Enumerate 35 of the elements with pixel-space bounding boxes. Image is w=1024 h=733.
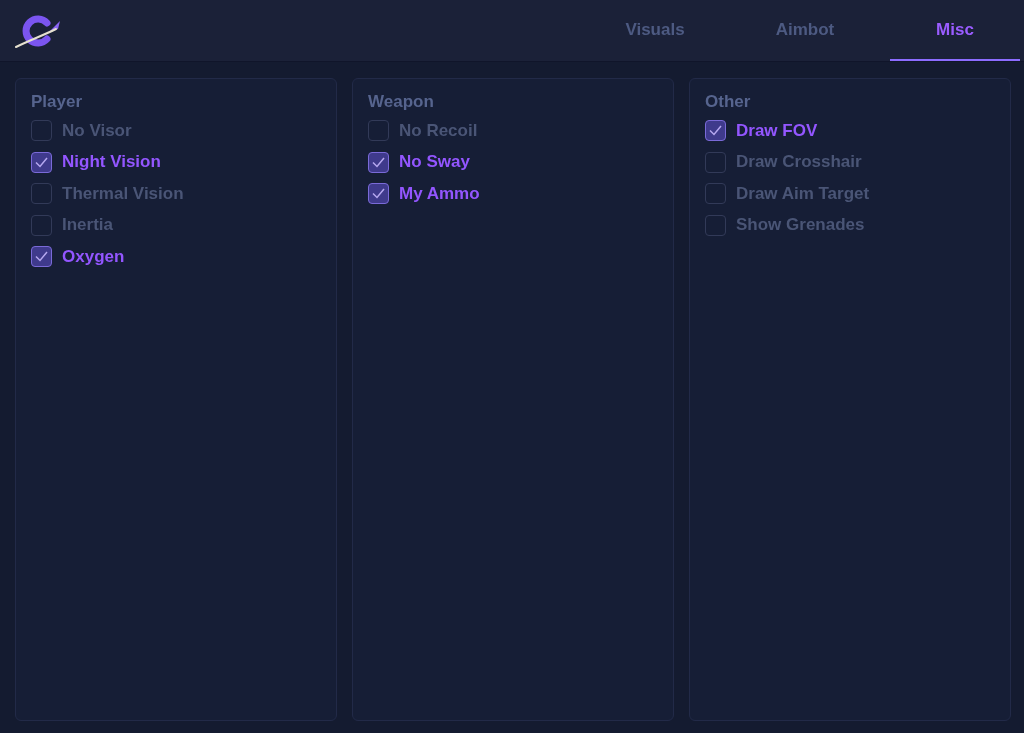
checkbox-label: No Visor xyxy=(62,120,132,141)
checkbox-label: Draw Aim Target xyxy=(736,183,870,204)
check-icon xyxy=(709,125,722,137)
checkbox[interactable] xyxy=(705,183,726,205)
tab[interactable]: Aimbot xyxy=(740,0,870,61)
checkbox-label: Inertia xyxy=(62,215,114,236)
tab[interactable]: Visuals xyxy=(590,0,720,61)
checkbox[interactable] xyxy=(368,120,389,142)
panel-title: Player xyxy=(31,91,83,113)
check-icon xyxy=(372,156,385,168)
checkbox[interactable] xyxy=(705,214,726,236)
panel-title: Weapon xyxy=(368,91,434,113)
checkbox-label: Thermal Vision xyxy=(62,183,184,204)
checkbox-label: Draw Crosshair xyxy=(736,152,862,173)
checkbox[interactable] xyxy=(705,151,726,173)
checkbox[interactable] xyxy=(31,120,52,142)
checkbox[interactable] xyxy=(705,120,726,142)
checkbox[interactable] xyxy=(368,183,389,205)
checkbox[interactable] xyxy=(31,246,52,268)
panel-title: Other xyxy=(705,91,751,113)
checkbox-label: No Recoil xyxy=(399,120,478,141)
checkbox-label: My Ammo xyxy=(399,183,480,204)
checkbox[interactable] xyxy=(368,151,389,173)
checkbox[interactable] xyxy=(31,183,52,205)
checkbox[interactable] xyxy=(31,214,52,236)
checkbox-label: Oxygen xyxy=(62,246,125,267)
check-icon xyxy=(35,251,48,263)
tab[interactable]: Misc xyxy=(890,0,1020,61)
checkbox-label: No Sway xyxy=(399,152,470,173)
check-icon xyxy=(372,188,385,200)
checkbox-label: Draw FOV xyxy=(736,120,818,141)
checkbox-label: Night Vision xyxy=(62,152,161,173)
checkbox-label: Show Grenades xyxy=(736,215,865,236)
checkbox[interactable] xyxy=(31,151,52,173)
check-icon xyxy=(35,156,48,168)
